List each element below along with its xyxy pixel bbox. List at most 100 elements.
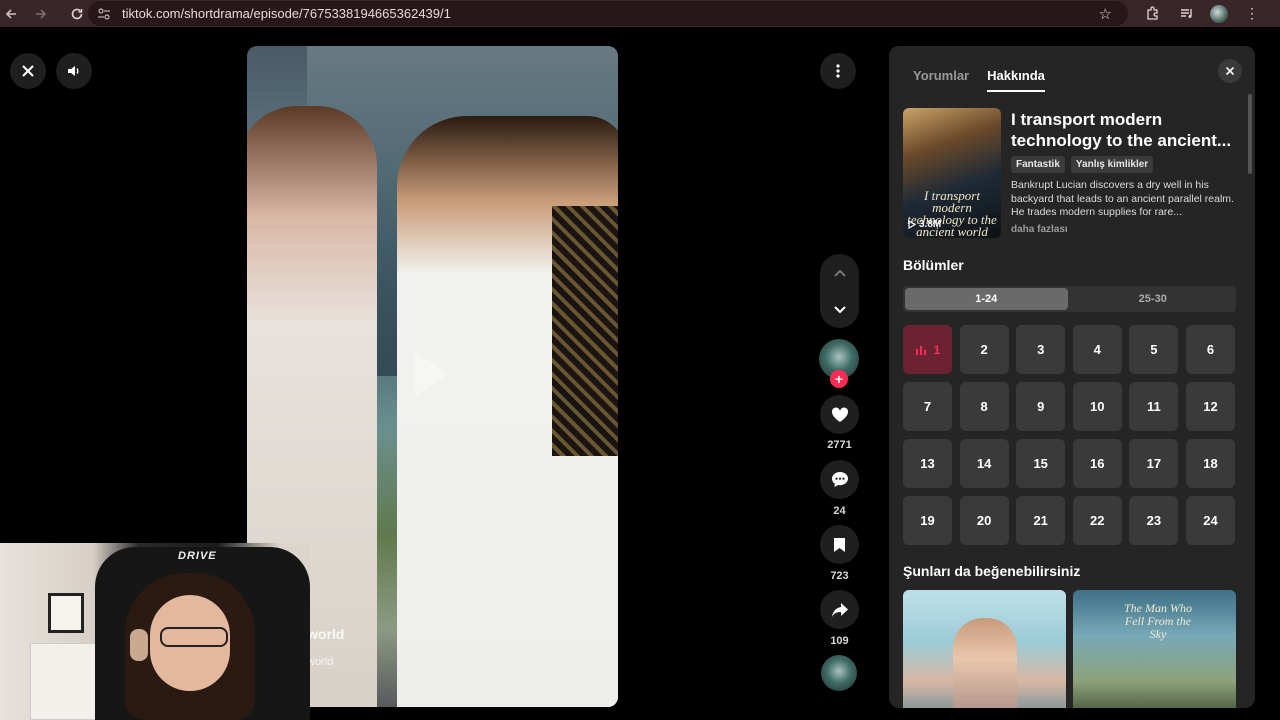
episode-button[interactable]: 6 [1185, 325, 1235, 374]
episode-button[interactable]: 11 [1129, 382, 1179, 431]
follow-button[interactable]: + [830, 370, 848, 388]
volume-icon [68, 66, 79, 76]
comment-icon [831, 472, 848, 487]
episodes-heading: Bölümler [903, 257, 964, 273]
genre-tag[interactable]: Fantastik [1011, 156, 1065, 173]
chair-logo: DRIVE [178, 550, 217, 562]
drama-cover[interactable]: I transport modern technology to the anc… [903, 108, 1001, 238]
episode-button[interactable]: 17 [1129, 439, 1179, 488]
profile-avatar[interactable] [1210, 4, 1228, 23]
volume-button[interactable] [56, 53, 92, 89]
comment-count: 24 [833, 505, 846, 517]
episode-button[interactable]: 4 [1072, 325, 1122, 374]
episode-button[interactable]: 20 [959, 496, 1009, 545]
recommendation-card[interactable]: The Man Who Fell From the Sky [1073, 590, 1236, 708]
streamer-headset [130, 629, 148, 661]
wall-frame [48, 593, 84, 633]
streamer-glasses [160, 627, 228, 647]
drama-description: Bankrupt Lucian discovers a dry well in … [1011, 179, 1234, 218]
like-count: 2771 [827, 439, 852, 451]
cover-title-text: I transport modern technology to the anc… [907, 188, 997, 238]
episode-button[interactable]: 3 [1016, 325, 1066, 374]
video-scene-shirt [552, 206, 618, 456]
episode-button[interactable]: 23 [1129, 496, 1179, 545]
close-icon [22, 65, 34, 77]
more-options-button[interactable] [820, 53, 856, 89]
episode-button[interactable]: 7 [903, 382, 952, 431]
address-bar[interactable]: tiktok.com/shortdrama/episode/7675338194… [88, 1, 1128, 26]
rec-cover-title: The Man Who Fell From the Sky [1124, 601, 1192, 641]
episode-button[interactable]: 9 [1016, 382, 1066, 431]
webcam-overlay: DRIVE [0, 543, 310, 720]
episode-button[interactable]: 18 [1185, 439, 1235, 488]
episode-button[interactable]: 2 [959, 325, 1009, 374]
previous-episode-button[interactable] [820, 254, 859, 291]
close-icon [1225, 66, 1235, 76]
bookmark-icon [834, 537, 845, 552]
close-panel-button[interactable] [1218, 59, 1242, 83]
episode-button[interactable]: 19 [903, 496, 952, 545]
panel-tabs: Yorumlar Hakkında [913, 68, 1045, 92]
video-caption-title: world [307, 626, 345, 642]
episode-button[interactable]: 21 [1016, 496, 1066, 545]
episode-button[interactable]: 15 [1016, 439, 1066, 488]
now-playing-icon [915, 345, 926, 355]
chevron-down-icon [833, 305, 846, 313]
play-icon[interactable] [415, 352, 449, 396]
like-button[interactable] [820, 395, 859, 434]
range-tab-25-30[interactable]: 25-30 [1072, 288, 1235, 310]
creator-avatar-spinning[interactable] [821, 655, 857, 691]
chevron-up-icon [833, 269, 846, 277]
browser-menu-icon[interactable]: ⋮ [1242, 4, 1262, 24]
episode-range-selector: 1-24 25-30 [903, 286, 1236, 312]
range-tab-1-24[interactable]: 1-24 [905, 288, 1068, 310]
heart-icon [831, 406, 848, 422]
episode-button[interactable]: 8 [959, 382, 1009, 431]
close-player-button[interactable] [10, 53, 46, 89]
episode-button[interactable]: 24 [1185, 496, 1235, 545]
more-vertical-icon [836, 64, 840, 78]
tab-about[interactable]: Hakkında [987, 68, 1045, 92]
episode-button[interactable]: 12 [1185, 382, 1235, 431]
view-count: 3.8M [908, 219, 941, 230]
share-arrow-icon [831, 602, 848, 617]
episode-button-current[interactable]: 1 [903, 325, 952, 374]
media-controls-icon[interactable] [1176, 4, 1196, 24]
show-more-link[interactable]: daha fazlası [1011, 224, 1068, 235]
save-count: 723 [830, 570, 849, 582]
share-count: 109 [830, 635, 849, 647]
comment-button[interactable] [820, 460, 859, 499]
share-button[interactable] [820, 590, 859, 629]
next-episode-button[interactable] [820, 291, 859, 328]
url-text: tiktok.com/shortdrama/episode/7675338194… [122, 6, 451, 21]
save-button[interactable] [820, 525, 859, 564]
extensions-icon[interactable] [1142, 4, 1162, 24]
episode-number: 1 [933, 342, 941, 357]
episode-button[interactable]: 13 [903, 439, 952, 488]
browser-toolbar: tiktok.com/shortdrama/episode/7675338194… [0, 0, 1280, 27]
episode-button[interactable]: 10 [1072, 382, 1122, 431]
episode-button[interactable]: 22 [1072, 496, 1122, 545]
recommendations-list: The Man Who Fell From the Sky [903, 590, 1236, 708]
episode-button[interactable]: 14 [959, 439, 1009, 488]
genre-tag[interactable]: Yanlış kimlikler [1070, 156, 1154, 173]
reload-icon[interactable] [66, 3, 88, 25]
recommendation-card[interactable] [903, 590, 1066, 708]
forward-icon[interactable] [30, 3, 52, 25]
recommendations-heading: Şunları da beğenebilirsiniz [903, 563, 1081, 579]
episode-button[interactable]: 5 [1129, 325, 1179, 374]
view-count-text: 3.8M [919, 219, 942, 230]
genre-tags: Fantastik Yanlış kimlikler [1011, 156, 1154, 173]
video-caption-sub: world [307, 656, 334, 668]
tab-comments[interactable]: Yorumlar [913, 68, 969, 92]
episode-button[interactable]: 16 [1072, 439, 1122, 488]
bookmark-star-icon[interactable]: ☆ [1099, 5, 1112, 23]
details-panel: Yorumlar Hakkında I transport modern tec… [889, 46, 1255, 708]
site-settings-icon[interactable] [96, 6, 112, 22]
play-icon [908, 220, 916, 229]
episode-grid: 1 2 3 4 5 6 7 8 9 10 11 12 13 14 15 16 17 18 19 20 21 22 23 24 [903, 325, 1239, 545]
back-icon[interactable] [0, 3, 22, 25]
panel-scrollbar[interactable] [1248, 94, 1252, 174]
rec-cover-girl [953, 618, 1017, 708]
background-shelf [30, 643, 100, 720]
